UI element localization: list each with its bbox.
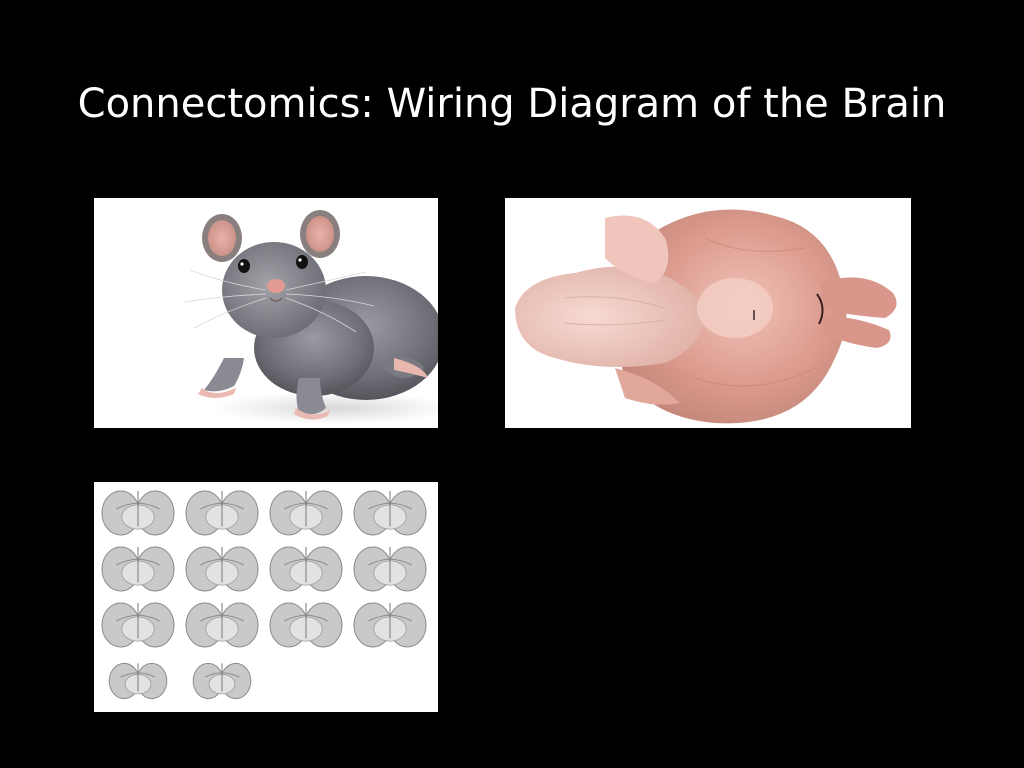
brain-section-thumbnail [101,490,175,536]
brain-section-thumbnail [185,602,259,648]
brain-section-thumbnail [108,662,168,700]
brain-section-thumbnail [185,546,259,592]
brain-section-thumbnail [353,546,427,592]
brain-sections-grid [94,482,438,712]
brain-section-thumbnail [185,490,259,536]
brain-section-thumbnail [192,662,252,700]
mouse-illustration [183,210,438,424]
slide-title: Connectomics: Wiring Diagram of the Brai… [77,81,947,127]
brain-photo [505,198,911,428]
brain-section-thumbnail [101,546,175,592]
slide: Connectomics: Wiring Diagram of the Brai… [0,0,1024,768]
brain-section-thumbnail [269,546,343,592]
brain-section-thumbnail [269,490,343,536]
mouse-photo [94,198,438,428]
brain-section-thumbnail [269,602,343,648]
brain-sections-illustration [101,490,427,700]
brain-illustration [515,209,897,424]
brain-section-thumbnail [353,602,427,648]
brain-section-thumbnail [101,602,175,648]
brain-section-thumbnail [353,490,427,536]
